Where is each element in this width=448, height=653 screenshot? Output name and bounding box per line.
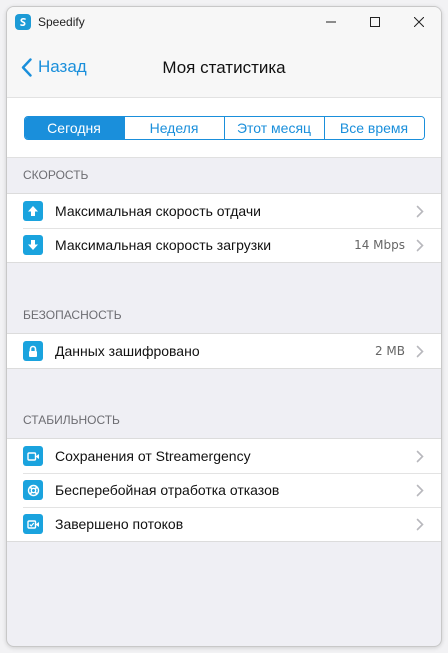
- segment-today[interactable]: Сегодня: [24, 116, 124, 139]
- segment-all-time[interactable]: Все время: [323, 116, 424, 139]
- app-window: Speedify Назад Моя статистика Сегодня Не…: [6, 6, 442, 647]
- row-value: 14 Mbps: [354, 238, 405, 252]
- download-arrow-icon: [23, 235, 43, 255]
- minimize-button[interactable]: [309, 7, 353, 37]
- row-seamless-failover[interactable]: Бесперебойная отработка отказов: [7, 473, 441, 507]
- chevron-right-icon: [415, 205, 425, 218]
- chevron-right-icon: [415, 239, 425, 252]
- period-segmented-control: Сегодня Неделя Этот месяц Все время: [23, 115, 425, 140]
- page-title: Моя статистика: [162, 58, 286, 77]
- row-label: Максимальная скорость загрузки: [55, 237, 272, 253]
- maximize-icon: [370, 17, 380, 27]
- chevron-right-icon: [415, 450, 425, 463]
- video-camera-icon: [23, 446, 43, 466]
- row-max-download-speed[interactable]: Максимальная скорость загрузки 14 Mbps: [7, 228, 441, 262]
- close-button[interactable]: [397, 7, 441, 37]
- speed-group: Максимальная скорость отдачи Максимальна…: [7, 193, 441, 263]
- minimize-icon: [326, 21, 336, 23]
- row-label: Сохранения от Streamergency: [55, 448, 251, 464]
- row-streams-completed[interactable]: Завершено потоков: [7, 507, 441, 541]
- row-streamergency-saves[interactable]: Сохранения от Streamergency: [7, 439, 441, 473]
- period-selector-bar: Сегодня Неделя Этот месяц Все время: [7, 98, 441, 158]
- section-header-speed: СКОРОСТЬ: [23, 168, 89, 182]
- app-title: Speedify: [38, 15, 85, 29]
- segment-month[interactable]: Этот месяц: [223, 116, 324, 139]
- segment-week[interactable]: Неделя: [123, 116, 224, 139]
- row-data-encrypted[interactable]: Данных зашифровано 2 MB: [7, 334, 441, 368]
- security-group: Данных зашифровано 2 MB: [7, 333, 441, 369]
- lock-icon: [23, 341, 43, 361]
- row-max-upload-speed[interactable]: Максимальная скорость отдачи: [7, 194, 441, 228]
- stability-group: Сохранения от Streamergency Бесперебойна…: [7, 438, 441, 542]
- title-bar: Speedify: [7, 7, 441, 37]
- chevron-right-icon: [415, 518, 425, 531]
- close-icon: [414, 17, 424, 27]
- navigation-bar: Назад Моя статистика: [7, 37, 441, 98]
- row-label: Данных зашифровано: [55, 343, 200, 359]
- row-value: 2 MB: [374, 344, 405, 358]
- chevron-right-icon: [415, 484, 425, 497]
- lifebuoy-icon: [23, 480, 43, 500]
- section-header-stability: СТАБИЛЬНОСТЬ: [23, 413, 120, 427]
- speedify-logo-icon: [15, 14, 31, 30]
- row-label: Завершено потоков: [55, 516, 184, 532]
- stream-complete-icon: [23, 514, 43, 534]
- row-label: Максимальная скорость отдачи: [55, 203, 261, 219]
- upload-arrow-icon: [23, 201, 43, 221]
- maximize-button[interactable]: [353, 7, 397, 37]
- section-header-security: БЕЗОПАСНОСТЬ: [23, 308, 122, 322]
- chevron-right-icon: [415, 345, 425, 358]
- row-label: Бесперебойная отработка отказов: [55, 482, 280, 498]
